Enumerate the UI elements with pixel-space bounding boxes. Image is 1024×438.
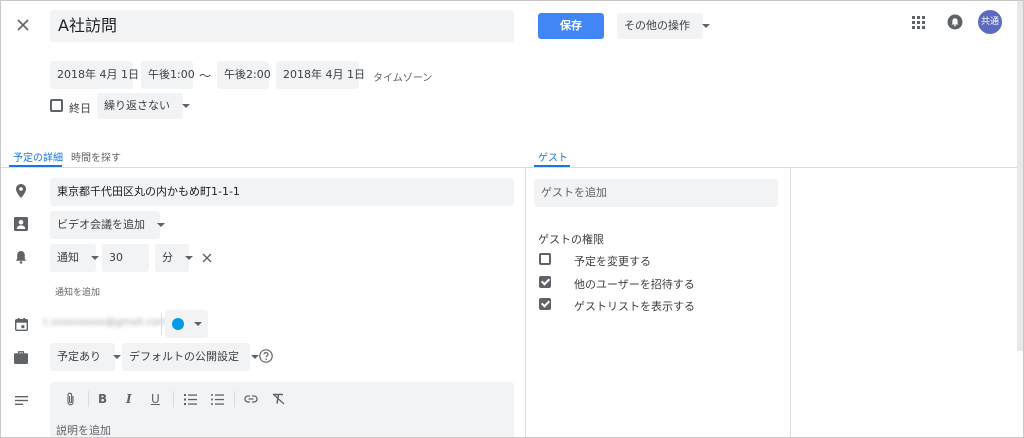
description-placeholder: 説明を追加	[56, 424, 111, 437]
briefcase-icon	[13, 349, 29, 365]
guests-panel-left-border	[525, 168, 526, 437]
apps-grid-icon[interactable]	[909, 13, 929, 33]
permission-invite-label: 他のユーザーを招待する	[574, 278, 695, 291]
toolbar-divider-1	[88, 391, 89, 407]
bold-icon[interactable]: B	[98, 392, 107, 406]
notification-unit-dropdown[interactable]: 分	[155, 244, 189, 272]
video-conference-icon	[13, 216, 29, 232]
start-time-field[interactable]: 午後1:00	[141, 61, 195, 89]
notification-value-input[interactable]: 30	[102, 244, 149, 272]
start-date-text: 2018年 4月 1日	[57, 68, 139, 81]
add-guest-input[interactable]: ゲストを追加	[534, 179, 778, 207]
title-input[interactable]: A社訪問	[50, 10, 514, 42]
toolbar-divider-3	[234, 391, 235, 407]
calendar-owner-email: c.xxxxxxxxx@gmail.com	[43, 317, 168, 328]
location-input[interactable]: 東京都千代田区丸の内かもめ町1-1-1	[50, 178, 514, 206]
title-text: A社訪問	[58, 16, 117, 35]
add-guest-placeholder: ゲストを追加	[541, 186, 607, 199]
more-actions-button[interactable]: その他の操作	[617, 13, 703, 39]
permission-modify-checkbox[interactable]	[539, 253, 551, 265]
description-icon	[13, 392, 29, 408]
chevron-down-icon	[193, 322, 202, 326]
notification-type-dropdown[interactable]: 通知	[50, 244, 96, 272]
guest-permissions-title: ゲストの権限	[538, 233, 604, 246]
repeat-dropdown[interactable]: 繰り返さない	[97, 93, 183, 119]
bulleted-list-icon[interactable]	[209, 391, 225, 407]
end-time-field[interactable]: 午後2:00	[217, 61, 271, 89]
notification-value-text: 30	[109, 251, 123, 264]
link-icon[interactable]	[243, 391, 259, 407]
more-actions-label: その他の操作	[624, 19, 690, 32]
notification-type-text: 通知	[57, 251, 79, 264]
timezone-link[interactable]: タイムゾーン	[373, 69, 432, 84]
start-date-field[interactable]: 2018年 4月 1日	[50, 61, 139, 89]
add-notification-link[interactable]: 通知を追加	[55, 285, 100, 298]
repeat-text: 繰り返さない	[104, 99, 170, 112]
permission-see-guests-checkbox[interactable]	[539, 298, 551, 310]
numbered-list-icon[interactable]	[182, 391, 198, 407]
scrollbar-thumb[interactable]	[1017, 1, 1023, 351]
calendar-color-divider	[161, 313, 162, 335]
end-date-field[interactable]: 2018年 4月 1日	[276, 61, 365, 89]
calendar-icon	[13, 316, 29, 332]
attachment-icon[interactable]	[62, 391, 78, 407]
end-date-text: 2018年 4月 1日	[283, 68, 365, 81]
help-icon[interactable]	[258, 348, 274, 364]
description-editor[interactable]: B I U 説明を追加	[50, 382, 514, 437]
close-icon[interactable]	[13, 15, 33, 35]
location-pin-icon	[13, 183, 29, 199]
avatar-text: 共通	[980, 17, 999, 27]
location-text: 東京都千代田区丸の内かもめ町1-1-1	[57, 185, 240, 198]
availability-text: 予定あり	[57, 350, 101, 363]
tab-event-details[interactable]: 予定の詳細	[13, 149, 63, 164]
underline-icon[interactable]: U	[151, 392, 160, 406]
calendar-color-dot	[172, 318, 184, 330]
bell-icon	[13, 249, 29, 265]
toolbar-divider-2	[173, 391, 174, 407]
remove-notification-icon[interactable]	[199, 250, 215, 266]
availability-dropdown[interactable]: 予定あり	[50, 343, 115, 371]
time-separator: 〜	[199, 69, 212, 83]
event-editor: A社訪問 保存 その他の操作 共通 2018年 4月 1日 午後1:00 〜 午…	[0, 0, 1024, 438]
calendar-color-picker[interactable]	[165, 310, 208, 338]
video-conf-text: ビデオ会議を追加	[57, 218, 145, 231]
tab-guests[interactable]: ゲスト	[538, 149, 568, 164]
guests-panel-right-border	[790, 168, 791, 437]
tab-find-time[interactable]: 時間を探す	[71, 149, 121, 164]
permission-invite-checkbox[interactable]	[539, 276, 551, 288]
save-button[interactable]: 保存	[538, 13, 604, 39]
italic-icon[interactable]: I	[126, 392, 132, 406]
permission-see-guests-label: ゲストリストを表示する	[574, 300, 695, 313]
visibility-text: デフォルトの公開設定	[129, 350, 239, 363]
notification-unit-text: 分	[162, 251, 173, 264]
end-time-text: 午後2:00	[224, 68, 271, 81]
all-day-label: 終日	[69, 102, 91, 115]
account-avatar[interactable]: 共通	[978, 10, 1002, 34]
remove-formatting-icon[interactable]	[270, 391, 286, 407]
add-video-conference-dropdown[interactable]: ビデオ会議を追加	[50, 211, 160, 239]
all-day-checkbox[interactable]	[50, 99, 63, 112]
visibility-dropdown[interactable]: デフォルトの公開設定	[122, 343, 250, 371]
permission-modify-label: 予定を変更する	[574, 255, 651, 268]
start-time-text: 午後1:00	[148, 68, 195, 81]
tabs-divider	[1, 167, 1023, 168]
notification-bell-icon[interactable]	[945, 12, 965, 32]
